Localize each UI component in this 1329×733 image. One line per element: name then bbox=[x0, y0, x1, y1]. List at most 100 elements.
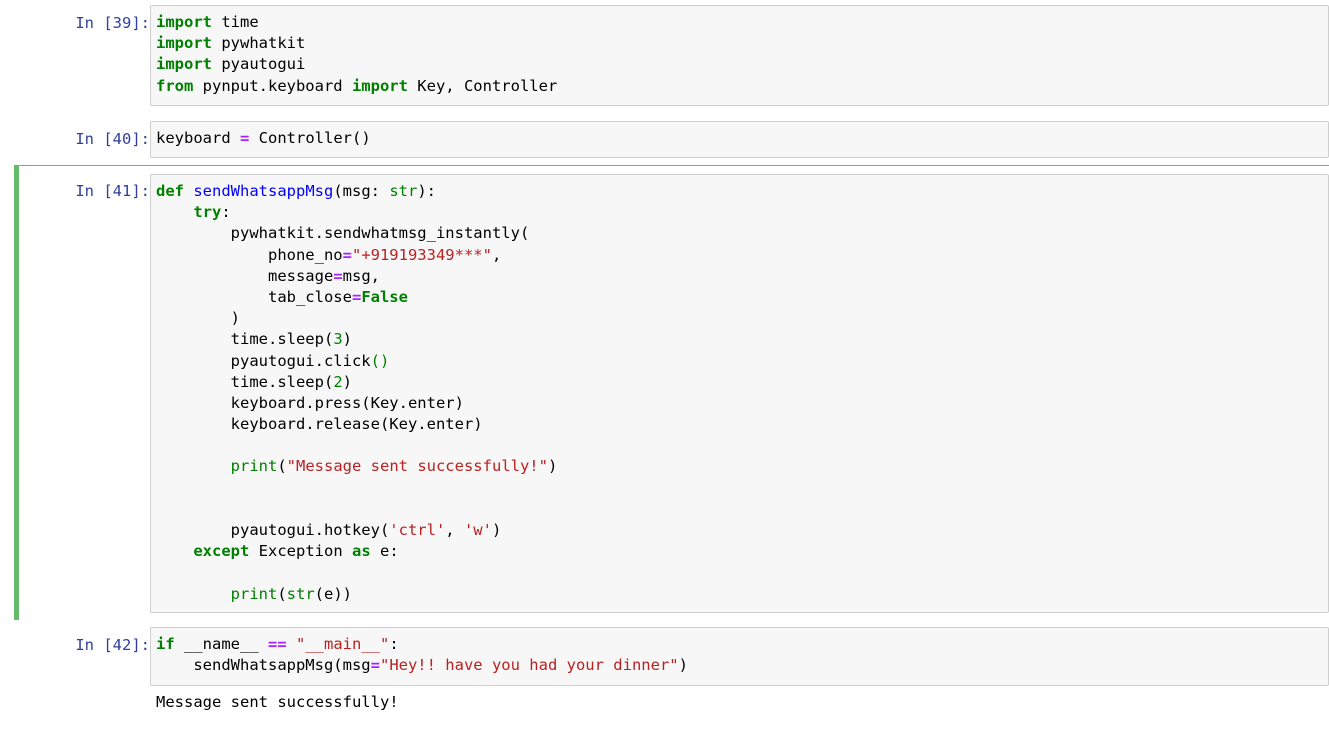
code-token: "__main__" bbox=[296, 635, 390, 653]
code-token: as bbox=[351, 542, 371, 561]
code-token: () bbox=[370, 351, 390, 370]
code-token: Controller() bbox=[249, 129, 371, 147]
code-line: keyboard.press(Key.enter) bbox=[156, 393, 1328, 414]
code-token: sendWhatsappMsg bbox=[193, 182, 334, 200]
code-token: if bbox=[156, 635, 175, 653]
code-token: time.sleep( bbox=[156, 372, 334, 391]
code-token: time.sleep( bbox=[156, 330, 334, 349]
code-token: time bbox=[212, 13, 259, 31]
code-cell-41-selected[interactable]: In [41]: def sendWhatsappMsg(msg: str): … bbox=[14, 165, 1329, 620]
code-line: def sendWhatsappMsg(msg: str): bbox=[156, 181, 1328, 202]
code-token: ) bbox=[342, 372, 352, 391]
code-token: tab_close bbox=[156, 287, 352, 306]
code-line: import time bbox=[156, 12, 1328, 33]
code-line: print(str(e)) bbox=[156, 584, 1328, 605]
code-line: phone_no="+919193349***", bbox=[156, 245, 1328, 266]
code-token: "Message sent successfully!" bbox=[286, 457, 548, 476]
code-editor[interactable]: def sendWhatsappMsg(msg: str): try: pywh… bbox=[150, 174, 1329, 613]
code-token: pyautogui bbox=[212, 55, 306, 74]
code-token: except bbox=[193, 542, 250, 561]
code-token: str bbox=[286, 584, 315, 603]
code-line: except Exception as e: bbox=[156, 541, 1328, 562]
code-line: ) bbox=[156, 308, 1328, 329]
code-token: : bbox=[389, 635, 399, 653]
code-token: , bbox=[491, 245, 502, 264]
code-token: Exception bbox=[249, 542, 352, 561]
code-token: (msg: bbox=[333, 182, 390, 200]
code-line: time.sleep(2) bbox=[156, 372, 1328, 393]
code-line: keyboard.release(Key.enter) bbox=[156, 414, 1328, 435]
code-token: "Hey!! have you had your dinner" bbox=[379, 656, 679, 675]
code-line: import pywhatkit bbox=[156, 33, 1328, 54]
code-editor[interactable]: if __name__ == "__main__": sendWhatsappM… bbox=[150, 627, 1329, 686]
code-line: message=msg, bbox=[156, 266, 1328, 287]
code-line: time.sleep(3) bbox=[156, 329, 1328, 350]
code-token: 'ctrl' bbox=[389, 521, 446, 539]
code-token: from bbox=[156, 76, 194, 95]
code-editor[interactable]: keyboard = Controller() bbox=[150, 121, 1329, 158]
code-token: keyboard bbox=[156, 129, 240, 147]
code-line: from pynput.keyboard import Key, Control… bbox=[156, 76, 1328, 97]
code-token: pynput.keyboard bbox=[193, 76, 352, 95]
code-content[interactable]: if __name__ == "__main__": sendWhatsappM… bbox=[151, 628, 1328, 676]
code-token: pyautogui.click bbox=[156, 351, 371, 370]
code-content[interactable]: keyboard = Controller() bbox=[151, 122, 1328, 149]
code-token: try bbox=[193, 203, 222, 222]
code-token: : bbox=[221, 203, 231, 222]
code-token: msg, bbox=[342, 266, 380, 285]
code-token: 'w' bbox=[463, 521, 492, 539]
code-cell-39[interactable]: In [39]: import time import pywhatkit impo… bbox=[14, 5, 1329, 106]
code-line: import pyautogui bbox=[156, 54, 1328, 75]
cell-output-text: Message sent successfully! bbox=[156, 693, 399, 711]
code-token: import bbox=[156, 55, 212, 74]
input-prompt: In [40]: bbox=[75, 130, 150, 148]
input-prompt: In [39]: bbox=[75, 14, 150, 32]
code-token: = bbox=[351, 287, 362, 306]
code-token: str bbox=[389, 182, 418, 200]
code-line: sendWhatsappMsg(msg="Hey!! have you had … bbox=[156, 655, 1328, 676]
code-cell-40[interactable]: In [40]: keyboard = Controller() bbox=[14, 121, 1329, 158]
code-content[interactable]: def sendWhatsappMsg(msg: str): try: pywh… bbox=[151, 175, 1328, 605]
code-token: "+919193349***" bbox=[351, 245, 492, 264]
code-token: 2 bbox=[333, 372, 343, 391]
code-cell-42[interactable]: In [42]: if __name__ == "__main__": send… bbox=[14, 627, 1329, 686]
code-token: = bbox=[333, 266, 343, 285]
code-token: ) bbox=[342, 330, 352, 349]
code-token: = bbox=[342, 245, 352, 264]
code-token: __name__ bbox=[174, 635, 268, 653]
code-line: keyboard = Controller() bbox=[156, 128, 1328, 149]
input-prompt: In [41]: bbox=[75, 182, 150, 200]
code-token: ): bbox=[417, 182, 436, 200]
code-token: ) bbox=[156, 309, 240, 328]
code-token: , bbox=[445, 521, 464, 539]
code-line: try: bbox=[156, 202, 1328, 223]
code-line: print("Message sent successfully!") bbox=[156, 456, 1328, 477]
code-token: ( bbox=[277, 457, 287, 476]
code-token: print bbox=[230, 584, 278, 603]
code-token: e: bbox=[370, 542, 399, 561]
code-token: sendWhatsappMsg(msg bbox=[156, 656, 371, 675]
code-token: import bbox=[156, 13, 212, 31]
code-token: keyboard.release(Key.enter) bbox=[156, 415, 483, 434]
code-line: pyautogui.hotkey('ctrl', 'w') bbox=[156, 520, 1328, 541]
code-token: phone_no bbox=[156, 245, 343, 264]
code-token: print bbox=[230, 457, 278, 476]
code-content[interactable]: import time import pywhatkit import pyauto… bbox=[151, 6, 1328, 97]
code-token: = bbox=[240, 129, 250, 147]
code-token: pywhatkit.sendwhatmsg_instantly( bbox=[156, 224, 530, 243]
code-editor[interactable]: import time import pywhatkit import pyauto… bbox=[150, 5, 1329, 106]
code-line: tab_close=False bbox=[156, 287, 1328, 308]
code-line: pyautogui.click() bbox=[156, 351, 1328, 372]
code-token: == bbox=[268, 635, 287, 653]
code-token: def bbox=[156, 182, 184, 200]
